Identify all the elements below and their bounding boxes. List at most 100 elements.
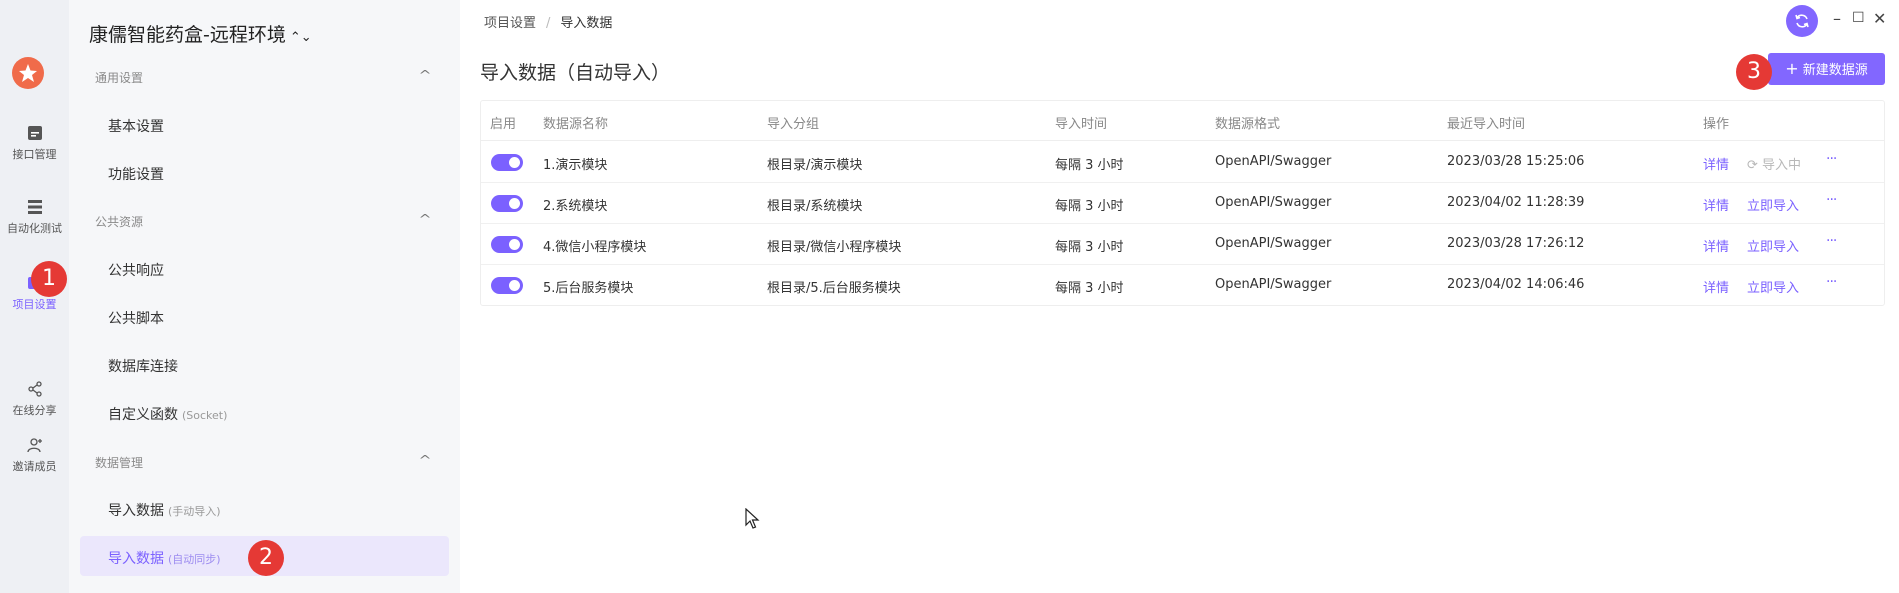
rail-item-automation[interactable]: 自动化测试 (0, 198, 69, 236)
import-status: ⟳ 导入中 (1747, 154, 1801, 173)
icon-rail: 接口管理 自动化测试 项目设置 在线分享 邀请成员 (0, 0, 69, 593)
group-title: 数据管理 (95, 456, 144, 470)
datasource-table: 启用 数据源名称 导入分组 导入时间 数据源格式 最近导入时间 操作 1.演示模… (480, 100, 1885, 306)
import-now-link[interactable]: 立即导入 (1747, 236, 1799, 255)
detail-link[interactable]: 详情 (1703, 236, 1729, 255)
automation-icon (27, 200, 42, 214)
sidebar-item-import-auto[interactable]: 导入数据 (自动同步) (108, 548, 221, 568)
chevron-up-icon[interactable]: ^ (418, 212, 431, 226)
table-row: 4.微信小程序模块 根目录/微信小程序模块 每隔 3 小时 OpenAPI/Sw… (481, 224, 1884, 265)
chevron-up-icon[interactable]: ^ (418, 68, 431, 82)
api-icon (27, 126, 42, 140)
detail-link[interactable]: 详情 (1703, 154, 1729, 173)
table-row: 5.后台服务模块 根目录/5.后台服务模块 每隔 3 小时 OpenAPI/Sw… (481, 265, 1884, 306)
enable-toggle[interactable] (491, 154, 523, 171)
more-icon[interactable]: ··· (1826, 274, 1837, 290)
project-switcher[interactable]: 康儒智能药盒-远程环境 ⌃⌄ (89, 20, 312, 47)
rail-label: 项目设置 (12, 298, 57, 311)
page-title: 导入数据（自动导入） (480, 62, 671, 84)
last-import-time: 2023/03/28 15:25:06 (1447, 154, 1585, 169)
datasource-name: 1.演示模块 (543, 158, 608, 173)
sidebar-item-label: 自定义函数 (108, 407, 178, 423)
last-import-time: 2023/04/02 11:28:39 (1447, 195, 1585, 210)
import-interval: 每隔 3 小时 (1055, 281, 1124, 296)
rail-item-share[interactable]: 在线分享 (0, 380, 69, 418)
col-group: 导入分组 (767, 117, 820, 132)
more-icon[interactable]: ··· (1826, 233, 1837, 249)
import-group: 根目录/5.后台服务模块 (767, 281, 901, 296)
breadcrumb-separator: / (546, 16, 551, 31)
sidebar-item-basic[interactable]: 基本设置 (108, 116, 164, 136)
last-import-time: 2023/03/28 17:26:12 (1447, 236, 1585, 251)
refresh-icon (1795, 14, 1809, 28)
step-badge-2: 2 (248, 540, 284, 576)
sidebar-item-custom-function[interactable]: 自定义函数 (Socket) (108, 404, 227, 424)
sidebar-item-sub: (Socket) (182, 409, 228, 422)
sidebar-item-sub: (自动同步) (168, 553, 221, 566)
step-badge-1: 1 (31, 261, 67, 297)
minimize-button[interactable]: – (1833, 9, 1841, 28)
sidebar-item-import-manual[interactable]: 导入数据 (手动导入) (108, 500, 221, 520)
import-interval: 每隔 3 小时 (1055, 240, 1124, 255)
step-badge-3: 3 (1736, 54, 1772, 90)
col-name: 数据源名称 (543, 117, 609, 132)
datasource-name: 5.后台服务模块 (543, 281, 634, 296)
sync-button[interactable] (1786, 5, 1818, 37)
datasource-format: OpenAPI/Swagger (1215, 277, 1332, 292)
import-interval: 每隔 3 小时 (1055, 199, 1124, 214)
detail-link[interactable]: 详情 (1703, 277, 1729, 296)
import-interval: 每隔 3 小时 (1055, 158, 1124, 173)
datasource-format: OpenAPI/Swagger (1215, 236, 1332, 251)
sidebar-item-db-connection[interactable]: 数据库连接 (108, 356, 178, 376)
share-icon (27, 381, 42, 397)
col-enabled: 启用 (490, 117, 517, 132)
close-button[interactable]: ✕ (1873, 9, 1886, 28)
datasource-name: 2.系统模块 (543, 199, 608, 214)
table-row: 1.演示模块 根目录/演示模块 每隔 3 小时 OpenAPI/Swagger … (481, 142, 1884, 183)
more-icon[interactable]: ··· (1826, 151, 1837, 167)
sidebar-item-common-script[interactable]: 公共脚本 (108, 308, 164, 328)
import-now-link[interactable]: 立即导入 (1747, 277, 1799, 296)
more-icon[interactable]: ··· (1826, 192, 1837, 208)
group-title: 通用设置 (95, 71, 144, 85)
enable-toggle[interactable] (491, 277, 523, 294)
import-group: 根目录/微信小程序模块 (767, 240, 902, 255)
sidebar-item-common-response[interactable]: 公共响应 (108, 260, 164, 280)
invite-icon (26, 438, 42, 453)
mouse-cursor-icon (745, 508, 760, 529)
import-now-link[interactable]: 立即导入 (1747, 195, 1799, 214)
enable-toggle[interactable] (491, 236, 523, 253)
breadcrumb-parent[interactable]: 项目设置 (484, 16, 536, 31)
col-interval: 导入时间 (1055, 117, 1108, 132)
rail-item-invite[interactable]: 邀请成员 (0, 436, 69, 474)
app-window: 接口管理 自动化测试 项目设置 在线分享 邀请成员 康儒智能药盒-远程环境 ⌃⌄ … (0, 0, 1899, 593)
rail-label: 在线分享 (12, 404, 57, 417)
col-format: 数据源格式 (1215, 117, 1281, 132)
project-title: 康儒智能药盒-远程环境 (89, 24, 286, 46)
datasource-format: OpenAPI/Swagger (1215, 195, 1332, 210)
sidebar-item-label: 导入数据 (108, 503, 164, 519)
datasource-format: OpenAPI/Swagger (1215, 154, 1332, 169)
maximize-button[interactable]: ☐ (1852, 10, 1865, 26)
detail-link[interactable]: 详情 (1703, 195, 1729, 214)
app-logo (12, 57, 44, 89)
datasource-name: 4.微信小程序模块 (543, 240, 647, 255)
import-status-label: 导入中 (1762, 158, 1802, 173)
enable-toggle[interactable] (491, 195, 523, 212)
chevron-up-icon[interactable]: ^ (418, 453, 431, 467)
import-group: 根目录/系统模块 (767, 199, 863, 214)
new-datasource-button[interactable]: + 新建数据源 (1768, 53, 1885, 85)
breadcrumb-current: 导入数据 (560, 16, 613, 31)
loading-icon: ⟳ (1747, 158, 1763, 173)
sidebar-item-label: 导入数据 (108, 551, 164, 567)
plus-icon: + (1785, 59, 1799, 78)
rail-item-api[interactable]: 接口管理 (0, 124, 69, 162)
rail-label: 邀请成员 (12, 460, 57, 473)
last-import-time: 2023/04/02 14:06:46 (1447, 277, 1585, 292)
table-row: 2.系统模块 根目录/系统模块 每隔 3 小时 OpenAPI/Swagger … (481, 183, 1884, 224)
sidebar-item-sub: (手动导入) (168, 505, 221, 518)
table-header: 启用 数据源名称 导入分组 导入时间 数据源格式 最近导入时间 操作 (481, 101, 1884, 141)
rail-label: 接口管理 (12, 148, 57, 161)
group-title: 公共资源 (95, 215, 144, 229)
sidebar-item-features[interactable]: 功能设置 (108, 164, 164, 184)
